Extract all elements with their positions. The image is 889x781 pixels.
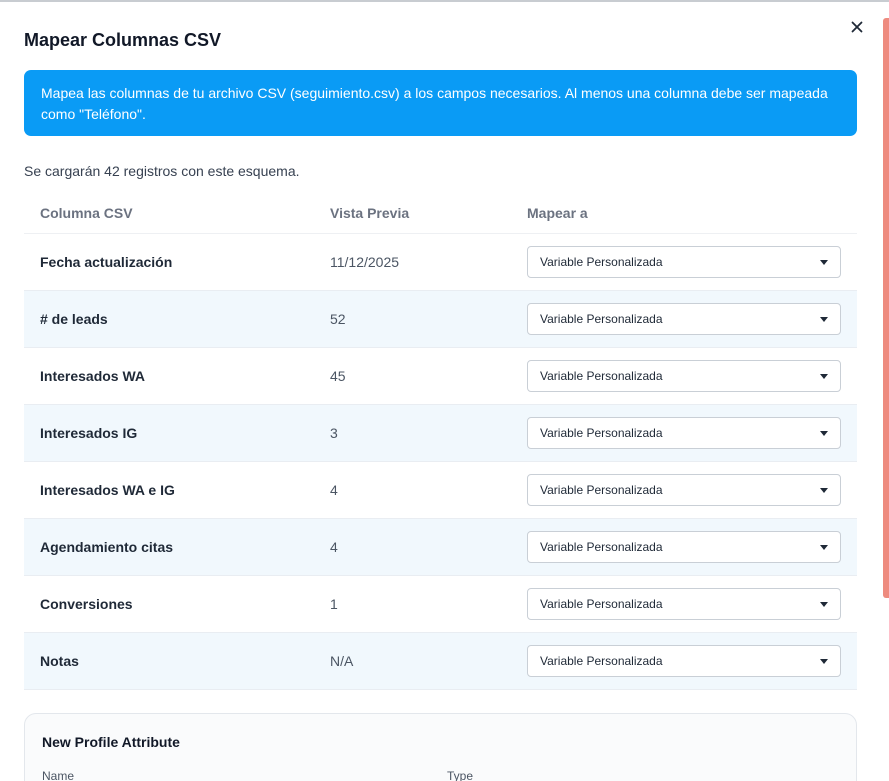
mapping-select[interactable]: Variable Personalizada — [527, 645, 841, 677]
table-header: Columna CSV Vista Previa Mapear a — [24, 192, 857, 234]
mapping-select-value: Variable Personalizada — [540, 426, 663, 440]
chevron-down-icon — [820, 544, 828, 550]
mapping-select-value: Variable Personalizada — [540, 483, 663, 497]
chevron-down-icon — [820, 373, 828, 379]
close-button[interactable] — [846, 16, 868, 38]
table-row: # de leads 52 Variable Personalizada — [24, 291, 857, 348]
csv-column-name: Interesados IG — [40, 425, 138, 441]
table-row: Conversiones 1 Variable Personalizada — [24, 576, 857, 633]
mapping-select[interactable]: Variable Personalizada — [527, 246, 841, 278]
chevron-down-icon — [820, 430, 828, 436]
chevron-down-icon — [820, 316, 828, 322]
chevron-down-icon — [820, 658, 828, 664]
modal-title: Mapear Columnas CSV — [24, 30, 222, 50]
csv-column-name: Interesados WA — [40, 368, 146, 384]
table-row: Interesados WA 45 Variable Personalizada — [24, 348, 857, 405]
mapping-select-value: Variable Personalizada — [540, 369, 663, 383]
preview-value: 11/12/2025 — [330, 254, 400, 270]
name-field-label: Name — [42, 769, 75, 781]
mapping-select[interactable]: Variable Personalizada — [527, 417, 841, 449]
info-banner-text: Mapea las columnas de tu archivo CSV (se… — [41, 85, 828, 122]
preview-value: 45 — [330, 368, 346, 384]
chevron-down-icon — [820, 259, 828, 265]
preview-value: 4 — [330, 482, 338, 498]
close-icon — [851, 21, 863, 33]
table-row: Agendamiento citas 4 Variable Personaliz… — [24, 519, 857, 576]
header-preview: Vista Previa — [330, 204, 410, 221]
mapping-select[interactable]: Variable Personalizada — [527, 531, 841, 563]
csv-column-name: Interesados WA e IG — [40, 482, 175, 498]
table-row: Interesados WA e IG 4 Variable Personali… — [24, 462, 857, 519]
mapping-select[interactable]: Variable Personalizada — [527, 360, 841, 392]
csv-column-name: Notas — [40, 653, 79, 669]
table-row: Interesados IG 3 Variable Personalizada — [24, 405, 857, 462]
mapping-select-value: Variable Personalizada — [540, 540, 663, 554]
mapping-select-value: Variable Personalizada — [540, 312, 663, 326]
type-field-label: Type — [447, 769, 474, 781]
table-row: Notas N/A Variable Personalizada — [24, 633, 857, 690]
header-csv-column: Columna CSV — [40, 204, 133, 221]
preview-value: 52 — [330, 311, 346, 327]
preview-value: N/A — [330, 653, 354, 669]
csv-column-name: Fecha actualización — [40, 254, 173, 270]
preview-value: 4 — [330, 539, 338, 555]
preview-value: 1 — [330, 596, 338, 612]
mapping-select[interactable]: Variable Personalizada — [527, 303, 841, 335]
mapping-select[interactable]: Variable Personalizada — [527, 588, 841, 620]
header-map-to: Mapear a — [527, 204, 588, 221]
new-profile-attribute-card: New Profile Attribute Name Type — [24, 713, 857, 781]
scrollbar-thumb[interactable] — [883, 18, 889, 598]
mapping-select-value: Variable Personalizada — [540, 654, 663, 668]
chevron-down-icon — [820, 487, 828, 493]
csv-column-name: # de leads — [40, 311, 108, 327]
chevron-down-icon — [820, 601, 828, 607]
records-summary: Se cargarán 42 registros con este esquem… — [24, 163, 300, 179]
profile-attribute-title: New Profile Attribute — [42, 734, 180, 750]
csv-mapping-modal: Mapear Columnas CSV Mapea las columnas d… — [0, 2, 882, 781]
table-row: Fecha actualización 11/12/2025 Variable … — [24, 234, 857, 291]
preview-value: 3 — [330, 425, 338, 441]
table-body: Fecha actualización 11/12/2025 Variable … — [24, 234, 857, 690]
mapping-table: Columna CSV Vista Previa Mapear a Fecha … — [24, 192, 857, 690]
mapping-select-value: Variable Personalizada — [540, 255, 663, 269]
info-banner: Mapea las columnas de tu archivo CSV (se… — [24, 70, 857, 136]
csv-column-name: Conversiones — [40, 596, 133, 612]
mapping-select[interactable]: Variable Personalizada — [527, 474, 841, 506]
mapping-select-value: Variable Personalizada — [540, 597, 663, 611]
csv-column-name: Agendamiento citas — [40, 539, 174, 555]
